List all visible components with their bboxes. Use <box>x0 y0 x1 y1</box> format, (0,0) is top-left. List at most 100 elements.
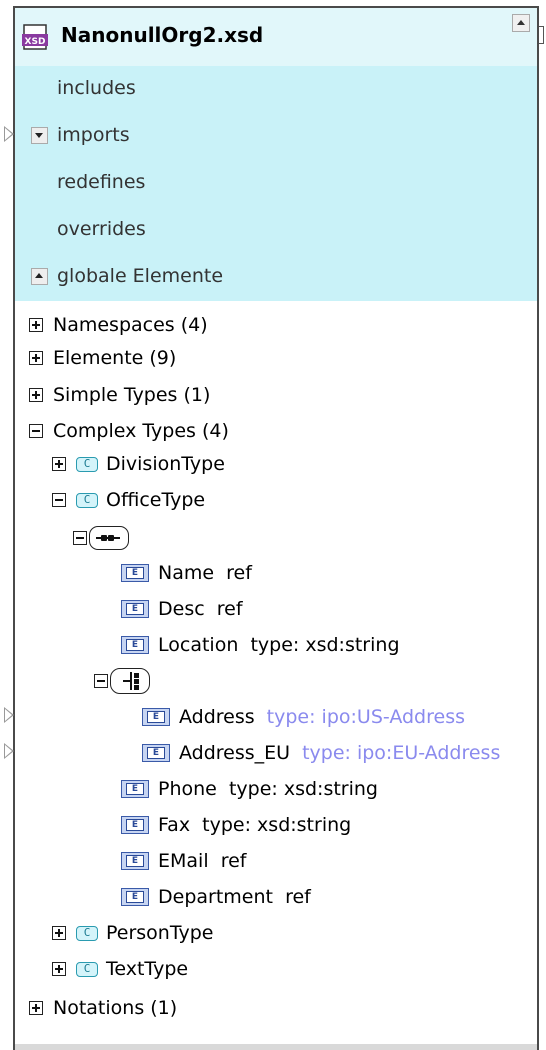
collapse-icon[interactable] <box>94 674 108 688</box>
element-icon: E <box>121 780 149 798</box>
sequence-icon <box>89 526 129 550</box>
section-includes-label: includes <box>57 77 136 99</box>
element-icon: E <box>121 888 149 906</box>
element-icon-label: E <box>126 783 144 795</box>
address-connector-icon[interactable] <box>4 707 14 723</box>
tree-notations-label: Notations (1) <box>53 997 178 1019</box>
expand-icon[interactable] <box>52 962 66 976</box>
tree-element-fax[interactable]: E Fax type: xsd:string <box>121 810 351 840</box>
element-fax-info: type: xsd:string <box>202 814 352 836</box>
tree-elements[interactable]: Elemente (9) <box>29 343 176 373</box>
header-connector-icon[interactable] <box>539 26 544 44</box>
tree-text-type[interactable]: C TextType <box>52 954 188 984</box>
complex-type-icon: C <box>76 492 98 508</box>
tree-elements-label: Elemente (9) <box>53 347 177 369</box>
element-icon-label: E <box>126 891 144 903</box>
person-type-label: PersonType <box>106 922 214 944</box>
office-type-label: OfficeType <box>106 489 206 511</box>
element-icon-label: E <box>147 747 165 759</box>
element-email-label: EMail <box>158 850 209 872</box>
section-redefines-label: redefines <box>57 171 146 193</box>
tree-element-email[interactable]: E EMail ref <box>121 846 246 876</box>
collapse-up-button[interactable] <box>512 14 530 32</box>
tree-element-name[interactable]: E Name ref <box>121 558 252 588</box>
element-icon: E <box>142 744 170 762</box>
element-department-label: Department <box>158 886 273 908</box>
collapse-icon[interactable] <box>73 531 87 545</box>
complex-type-icon: C <box>76 961 98 977</box>
tree-element-desc[interactable]: E Desc ref <box>121 594 243 624</box>
element-address-eu-label: Address_EU <box>179 742 291 764</box>
tree-office-type[interactable]: C OfficeType <box>52 485 205 515</box>
xsd-file-icon: XSD <box>22 24 48 50</box>
element-icon-label: E <box>126 639 144 651</box>
schema-overview-panel: XSD NanonullOrg2.xsd includes imports re… <box>13 6 539 1050</box>
element-icon-label: E <box>126 819 144 831</box>
element-icon-label: E <box>126 855 144 867</box>
element-icon: E <box>142 708 170 726</box>
choice-compositor[interactable] <box>94 666 150 696</box>
element-icon: E <box>121 600 149 618</box>
collapse-global-elements-button[interactable] <box>31 268 48 285</box>
element-name-label: Name <box>158 562 215 584</box>
element-icon: E <box>121 564 149 582</box>
expand-icon[interactable] <box>52 457 66 471</box>
address-eu-connector-icon[interactable] <box>4 743 14 759</box>
element-address-type[interactable]: type: ipo:US-Address <box>267 706 465 728</box>
section-redefines[interactable]: redefines <box>15 160 537 207</box>
text-type-label: TextType <box>106 958 189 980</box>
tree-namespaces[interactable]: Namespaces (4) <box>29 310 208 340</box>
expand-imports-button[interactable] <box>31 127 48 144</box>
element-phone-label: Phone <box>158 778 217 800</box>
schema-header: XSD NanonullOrg2.xsd <box>15 8 537 66</box>
horizontal-scrollbar[interactable] <box>15 1044 537 1050</box>
element-desc-info: ref <box>216 598 243 620</box>
division-type-label: DivisionType <box>106 453 225 475</box>
element-icon-label: E <box>126 567 144 579</box>
element-name-info: ref <box>226 562 252 584</box>
tree-person-type[interactable]: C PersonType <box>52 918 214 948</box>
element-icon-label: E <box>147 711 165 723</box>
element-location-label: Location <box>158 634 239 656</box>
section-includes[interactable]: includes <box>15 66 537 113</box>
expand-icon[interactable] <box>29 318 43 332</box>
section-imports-label: imports <box>57 124 130 146</box>
element-address-eu-type[interactable]: type: ipo:EU-Address <box>302 742 500 764</box>
expand-icon[interactable] <box>52 926 66 940</box>
tree-element-address-eu[interactable]: E Address_EU type: ipo:EU-Address <box>142 738 500 768</box>
expand-icon[interactable] <box>29 1001 43 1015</box>
element-department-info: ref <box>285 886 311 908</box>
collapse-icon[interactable] <box>52 493 66 507</box>
section-imports[interactable]: imports <box>15 113 537 160</box>
element-fax-label: Fax <box>158 814 191 836</box>
tree-element-location[interactable]: E Location type: xsd:string <box>121 630 400 660</box>
tree-notations[interactable]: Notations (1) <box>29 993 177 1023</box>
element-icon-label: E <box>126 603 144 615</box>
element-icon: E <box>121 636 149 654</box>
sequence-compositor[interactable] <box>73 523 129 553</box>
section-overrides-label: overrides <box>57 218 146 240</box>
expand-icon[interactable] <box>29 388 43 402</box>
imports-connector-icon[interactable] <box>4 126 14 142</box>
schema-title: NanonullOrg2.xsd <box>61 23 264 47</box>
element-phone-info: type: xsd:string <box>228 778 378 800</box>
element-icon: E <box>121 852 149 870</box>
tree-complex-types-label: Complex Types (4) <box>53 420 229 442</box>
collapse-icon[interactable] <box>29 424 43 438</box>
xsd-icon-label: XSD <box>25 37 46 47</box>
tree-complex-types[interactable]: Complex Types (4) <box>29 416 229 446</box>
tree-element-address[interactable]: E Address type: ipo:US-Address <box>142 702 465 732</box>
element-email-info: ref <box>220 850 247 872</box>
expand-icon[interactable] <box>29 351 43 365</box>
tree-simple-types[interactable]: Simple Types (1) <box>29 380 210 410</box>
complex-type-icon: C <box>76 456 98 472</box>
tree-element-phone[interactable]: E Phone type: xsd:string <box>121 774 378 804</box>
section-global-elements[interactable]: globale Elemente <box>15 254 537 301</box>
complex-type-icon: C <box>76 925 98 941</box>
section-global-elements-label: globale Elemente <box>57 265 224 287</box>
section-overrides[interactable]: overrides <box>15 207 537 254</box>
tree-simple-types-label: Simple Types (1) <box>53 384 211 406</box>
tree-division-type[interactable]: C DivisionType <box>52 449 225 479</box>
tree-element-department[interactable]: E Department ref <box>121 882 311 912</box>
element-desc-label: Desc <box>158 598 205 620</box>
